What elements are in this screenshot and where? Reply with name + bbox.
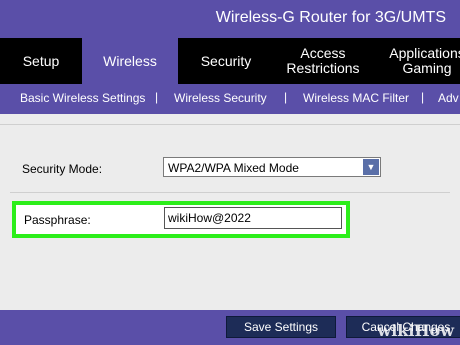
subnav-advanced[interactable]: Adv xyxy=(438,91,459,105)
security-mode-select[interactable]: WPA2/WPA Mixed Mode ▼ xyxy=(163,157,381,177)
wikihow-watermark: wikiHow xyxy=(377,321,454,340)
save-settings-button[interactable]: Save Settings xyxy=(226,316,336,338)
sub-nav: Basic Wireless Settings | Wireless Secur… xyxy=(0,84,460,114)
passphrase-label: Passphrase: xyxy=(24,213,91,227)
subnav-wireless-security[interactable]: Wireless Security xyxy=(174,91,267,105)
tab-security[interactable]: Security xyxy=(178,38,274,84)
main-nav: Setup Wireless Security Access Restricti… xyxy=(0,38,460,84)
panel-divider xyxy=(0,124,460,125)
chevron-down-icon[interactable]: ▼ xyxy=(363,159,379,175)
passphrase-input[interactable]: wikiHow@2022 xyxy=(164,207,342,229)
subnav-basic-wireless[interactable]: Basic Wireless Settings xyxy=(20,91,145,105)
header-bar: Wireless-G Router for 3G/UMTS xyxy=(0,0,460,38)
subnav-separator: | xyxy=(155,90,159,104)
tab-access-restrictions[interactable]: Access Restrictions xyxy=(274,38,372,84)
subnav-separator: | xyxy=(421,90,425,104)
tab-setup[interactable]: Setup xyxy=(0,38,82,84)
product-title: Wireless-G Router for 3G/UMTS xyxy=(215,9,446,26)
security-mode-label: Security Mode: xyxy=(22,162,103,176)
subnav-mac-filter[interactable]: Wireless MAC Filter xyxy=(303,91,409,105)
subnav-separator: | xyxy=(284,90,288,104)
tab-wireless[interactable]: Wireless xyxy=(82,38,178,84)
section-divider xyxy=(10,192,450,193)
tab-applications-gaming[interactable]: Applications Gaming xyxy=(372,38,460,84)
security-mode-value: WPA2/WPA Mixed Mode xyxy=(168,161,299,175)
